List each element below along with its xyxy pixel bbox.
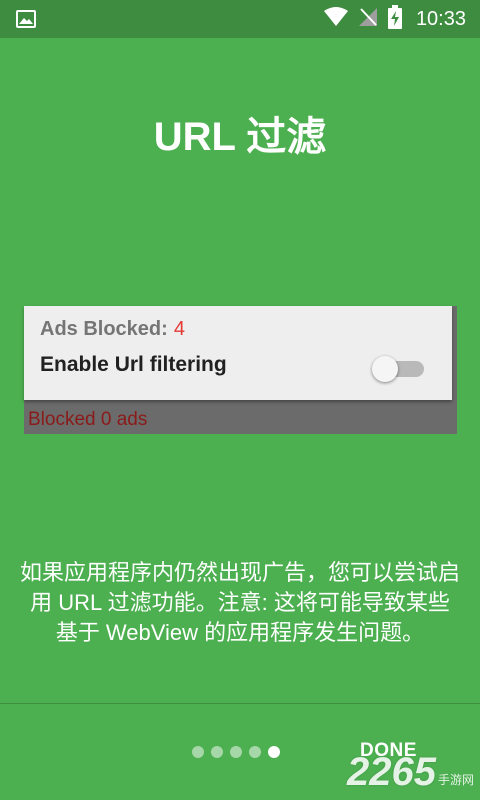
page-dot[interactable] <box>249 746 261 758</box>
status-bar: 10:33 <box>0 0 480 38</box>
page-dot[interactable] <box>230 746 242 758</box>
status-time: 10:33 <box>415 7 466 30</box>
page-dot[interactable] <box>211 746 223 758</box>
watermark-text: 手游网 <box>437 773 474 787</box>
image-icon <box>16 9 36 34</box>
toggle-thumb <box>372 356 398 382</box>
page-indicator <box>192 746 280 758</box>
ads-blocked-row: Ads Blocked: 4 <box>40 318 185 341</box>
enable-url-filtering-label: Enable Url filtering <box>40 353 227 376</box>
watermark-number: 2265 <box>347 750 436 794</box>
wifi-icon <box>323 6 348 32</box>
url-filter-card: Ads Blocked: 4 Enable Url filtering <box>24 306 452 400</box>
page-title: URL 过滤 <box>153 115 327 159</box>
description-text: 如果应用程序内仍然出现广告，您可以尝试启用 URL 过滤功能。注意: 这将可能导… <box>20 560 461 645</box>
ads-blocked-label: Ads Blocked: <box>40 318 168 340</box>
url-filtering-toggle[interactable] <box>372 354 426 382</box>
ads-blocked-count: 4 <box>173 318 185 340</box>
divider <box>0 703 480 704</box>
signal-off-icon <box>358 7 378 32</box>
blocked-ads-text: Blocked 0 ads <box>28 409 148 430</box>
page-dot-active[interactable] <box>268 746 280 758</box>
page-dot[interactable] <box>192 746 204 758</box>
watermark-logo: 2265 手游网 <box>347 752 474 792</box>
battery-charging-icon <box>387 4 402 34</box>
